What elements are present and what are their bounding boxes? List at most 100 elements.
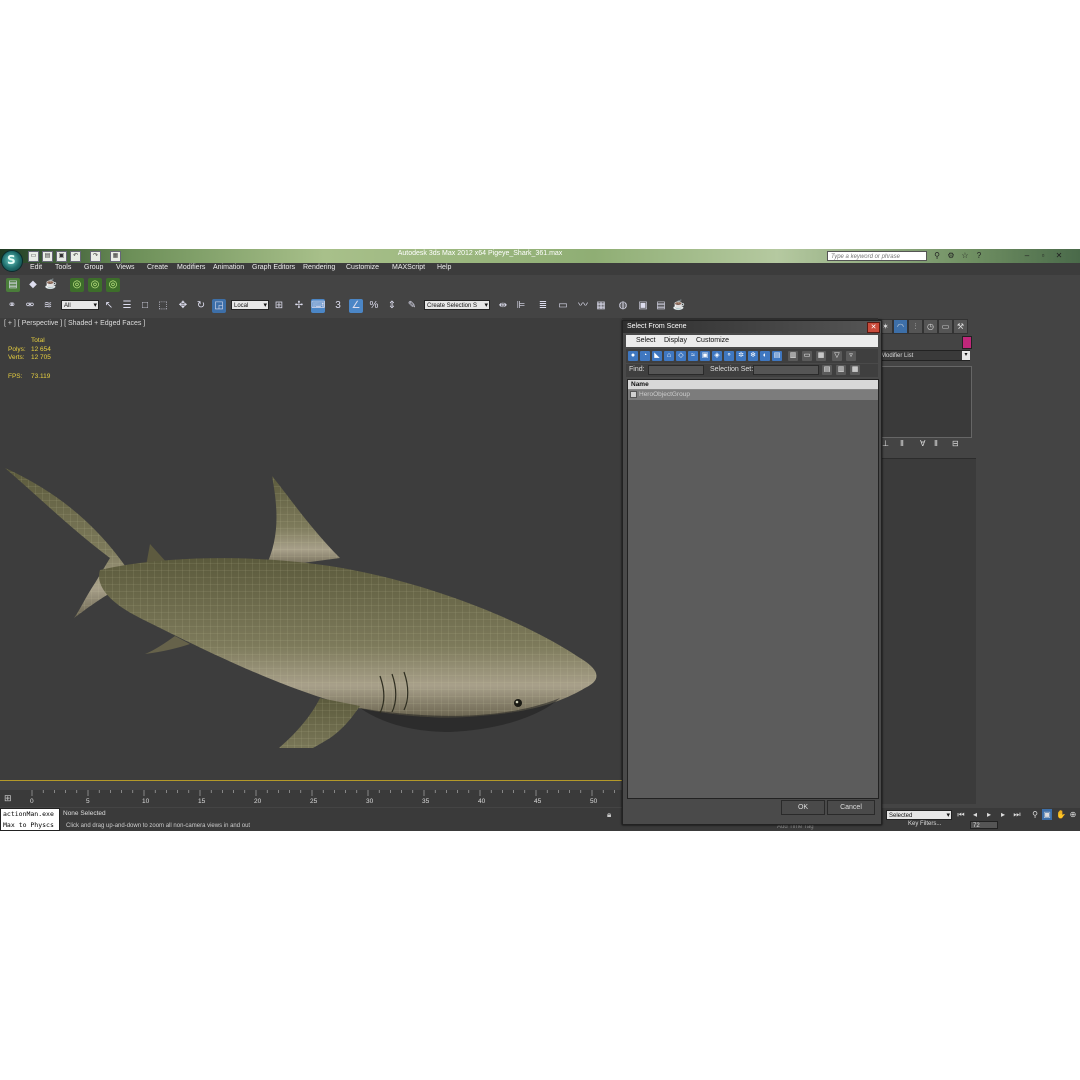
rotate-icon[interactable]: ↻ (194, 299, 208, 313)
ok-button[interactable]: OK (781, 800, 825, 815)
filter-options-icon[interactable]: ▿ (846, 351, 856, 361)
display-bones-icon[interactable]: ⚬ (724, 351, 734, 361)
display-all-icon[interactable]: ▤ (772, 351, 782, 361)
select-invert-icon[interactable]: ▦ (816, 351, 826, 361)
next-frame-icon[interactable]: ▸ (998, 809, 1008, 820)
menu-graph-editors[interactable]: Graph Editors (252, 264, 295, 271)
perspective-viewport[interactable]: [ + ] [ Perspective ] [ Shaded + Edged F… (0, 318, 622, 781)
project-folder-icon[interactable]: ▦ (110, 251, 121, 262)
object-color-swatch[interactable] (962, 336, 972, 349)
display-xrefs-icon[interactable]: ◈ (712, 351, 722, 361)
select-object-icon[interactable]: ↖ (102, 299, 116, 313)
minimize-button[interactable]: – (1020, 250, 1034, 261)
named-selection-sets-dropdown[interactable]: Create Selection S (424, 300, 490, 311)
previous-frame-icon[interactable]: ◂ (970, 809, 980, 820)
key-mode-dropdown[interactable]: Selected (886, 810, 952, 821)
select-all-icon[interactable]: ▥ (788, 351, 798, 361)
menu-create[interactable]: Create (147, 264, 168, 271)
dialog-title-bar[interactable]: Select From Scene (623, 321, 881, 333)
scene-object-list[interactable]: Name HeroObjectGroup (627, 379, 879, 799)
angle-snap-icon[interactable]: ∠ (349, 299, 363, 313)
percent-snap-icon[interactable]: % (367, 299, 381, 313)
curve-editor-icon[interactable]: 〰 (576, 299, 590, 313)
select-by-name-icon[interactable]: ☰ (120, 299, 134, 313)
search-input[interactable]: Type a keyword or phrase (827, 251, 927, 261)
close-window-button[interactable]: ✕ (1052, 250, 1066, 261)
column-header-name[interactable]: Name (628, 380, 878, 390)
menu-modifiers[interactable]: Modifiers (177, 264, 205, 271)
selection-filter-dropdown[interactable]: All (61, 300, 99, 311)
star-icon[interactable]: ☆ (960, 251, 970, 261)
render-production-icon[interactable]: ☕ (672, 299, 686, 313)
viewport-label[interactable]: [ + ] [ Perspective ] [ Shaded + Edged F… (4, 320, 145, 327)
menu-maxscript[interactable]: MAXScript (392, 264, 425, 271)
delete-set-icon[interactable]: ▦ (850, 365, 860, 375)
window-crossing-icon[interactable]: ⬚ (156, 299, 170, 313)
rendered-frame-window-icon[interactable]: ▤ (654, 299, 668, 313)
app-logo-icon[interactable]: S (1, 250, 23, 272)
new-file-icon[interactable]: ▭ (28, 251, 39, 262)
pin-stack-icon[interactable]: ⊥ (882, 439, 889, 448)
timeline[interactable]: ⊞ 0 5 10 15 20 25 30 35 40 45 50 (0, 790, 622, 807)
cancel-button[interactable]: Cancel (827, 800, 875, 815)
menu-edit[interactable]: Edit (30, 264, 42, 271)
align-icon[interactable]: ⊫ (514, 299, 528, 313)
display-lights-icon[interactable]: ◣ (652, 351, 662, 361)
dialog-close-button[interactable]: ✕ (867, 322, 880, 333)
unlink-icon[interactable]: ⚮ (23, 299, 37, 313)
move-icon[interactable]: ✥ (176, 299, 190, 313)
teapot-icon[interactable]: ☕ (44, 278, 58, 292)
selection-set-dropdown[interactable] (753, 365, 819, 375)
menu-help[interactable]: Help (437, 264, 451, 271)
menu-group[interactable]: Group (84, 264, 103, 271)
open-file-icon[interactable]: ▤ (42, 251, 53, 262)
filter-icon[interactable]: ▽ (832, 351, 842, 361)
go-to-end-icon[interactable]: ⏭ (1012, 809, 1022, 820)
display-cameras-icon[interactable]: ⌂ (664, 351, 674, 361)
mirror-icon[interactable]: ⇹ (496, 299, 510, 313)
bind-space-warp-icon[interactable]: ≋ (41, 299, 55, 313)
select-manipulate-icon[interactable]: ✢ (292, 299, 306, 313)
tab-modify[interactable]: ◠ (893, 319, 908, 334)
configure-sets-icon[interactable]: ⊟ (952, 439, 959, 448)
display-frozen-icon[interactable]: ❄ (748, 351, 758, 361)
save-icon[interactable]: ▣ (56, 251, 67, 262)
shark-model[interactable] (0, 388, 620, 748)
go-to-start-icon[interactable]: ⏮ (956, 809, 966, 820)
find-input[interactable] (648, 365, 704, 375)
play-icon[interactable]: ▸ (984, 809, 994, 820)
key-filters-button[interactable]: Key Filters... (908, 821, 941, 827)
create-set-icon[interactable]: ▤ (822, 365, 832, 375)
pivot-center-icon[interactable]: ⊞ (272, 299, 286, 313)
scale-icon[interactable]: ◲ (212, 299, 226, 313)
chevron-down-icon[interactable]: ▾ (962, 351, 970, 360)
display-hidden-icon[interactable]: ◐ (760, 351, 770, 361)
modifier-stack[interactable] (878, 366, 972, 438)
link-icon[interactable]: ⚭ (5, 299, 19, 313)
lock-selection-icon[interactable]: 🔒︎ (607, 810, 611, 820)
animation-layer-3-icon[interactable]: ◎ (106, 278, 120, 292)
pan-view-icon[interactable]: ✋ (1056, 809, 1066, 820)
tab-hierarchy[interactable]: ⫶ (908, 319, 923, 334)
animation-layer-2-icon[interactable]: ◎ (88, 278, 102, 292)
binoculars-icon[interactable]: ⚲ (932, 251, 942, 261)
animation-layer-1-icon[interactable]: ◎ (70, 278, 84, 292)
render-setup-icon[interactable]: ▣ (636, 299, 650, 313)
menu-customize[interactable]: Customize (346, 264, 379, 271)
layer-manager-icon[interactable]: ≣ (536, 299, 550, 313)
dialog-menu-customize[interactable]: Customize (696, 337, 729, 344)
menu-animation[interactable]: Animation (213, 264, 244, 271)
help-icon[interactable]: ? (974, 251, 984, 261)
container-icon[interactable]: ▤ (6, 278, 20, 292)
display-groups-icon[interactable]: ▣ (700, 351, 710, 361)
tab-motion[interactable]: ◷ (923, 319, 938, 334)
reference-coordinate-dropdown[interactable]: Local (231, 300, 269, 311)
undo-icon[interactable]: ↶ (70, 251, 81, 262)
edit-named-selection-icon[interactable]: ✎ (405, 299, 419, 313)
keyboard-shortcut-override-icon[interactable]: ⌨ (311, 299, 325, 313)
menu-views[interactable]: Views (116, 264, 135, 271)
current-frame-field[interactable]: 72 (970, 821, 998, 829)
orbit-icon[interactable]: ⊕ (1068, 809, 1078, 820)
display-space-warps-icon[interactable]: ≈ (688, 351, 698, 361)
select-none-icon[interactable]: ▭ (802, 351, 812, 361)
